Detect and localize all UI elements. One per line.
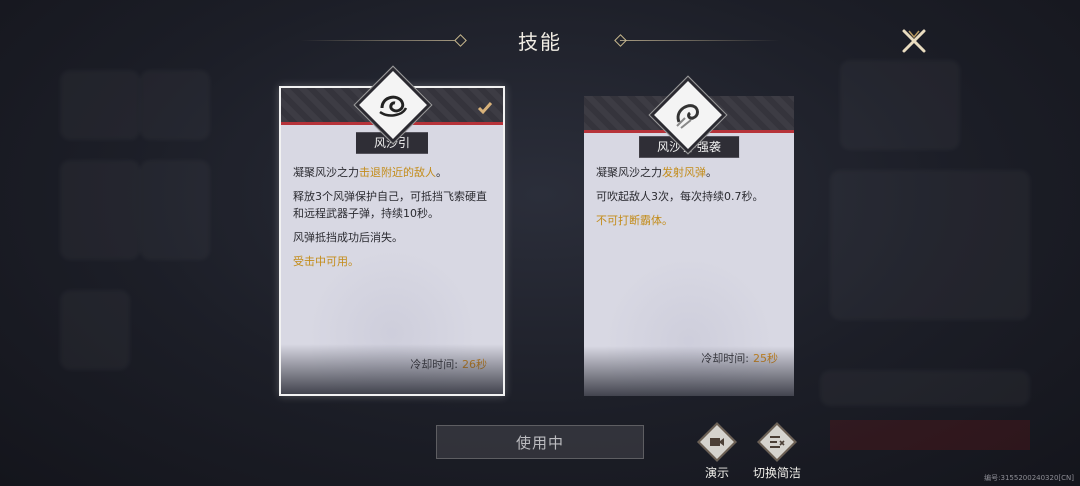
cooldown-text: 冷却时间: 25秒 [701,352,778,365]
build-number: 编号:3155200240320[CN] [984,474,1074,482]
desc-line: 释放3个风弹保护自己，可抵挡飞索硬直和远程武器子弹，持续10秒。 [293,190,487,220]
cooldown-text: 冷却时间: 26秒 [410,358,487,371]
use-skill-button[interactable]: 使用中 [436,425,644,459]
skill-description: 凝聚风沙之力击退附近的敌人。 释放3个风弹保护自己，可抵挡飞索硬直和远程武器子弹… [293,164,491,277]
desc-line: 受击中可用。 [293,255,359,268]
desc-line: 可吹起敌人3次，每次持续0.7秒。 [596,190,764,203]
desc-line: 不可打断霸体。 [596,214,673,227]
video-camera-icon [709,436,725,448]
close-button[interactable] [898,26,930,56]
wind-swirl-icon [379,95,408,117]
demo-button-frame [697,422,737,462]
desc-line: 凝聚风沙之力击退附近的敌人。 [293,166,447,179]
selected-check-icon [477,100,493,119]
title-divider-right [620,40,780,41]
list-toggle-icon [769,435,785,449]
toggle-label: 切换简洁 [752,466,801,480]
toggle-button-frame [757,422,797,462]
skill-description: 凝聚风沙之力发射风弹。 可吹起敌人3次，每次持续0.7秒。 不可打断霸体。 [596,164,782,236]
desc-line: 风弹抵挡成功后消失。 [293,231,403,244]
wind-swirl-icon [676,104,699,129]
desc-line: 凝聚风沙之力发射风弹。 [596,166,717,179]
toggle-simple-button[interactable]: 切换简洁 [732,422,822,480]
close-icon [902,29,926,53]
card-watermark [604,256,774,396]
